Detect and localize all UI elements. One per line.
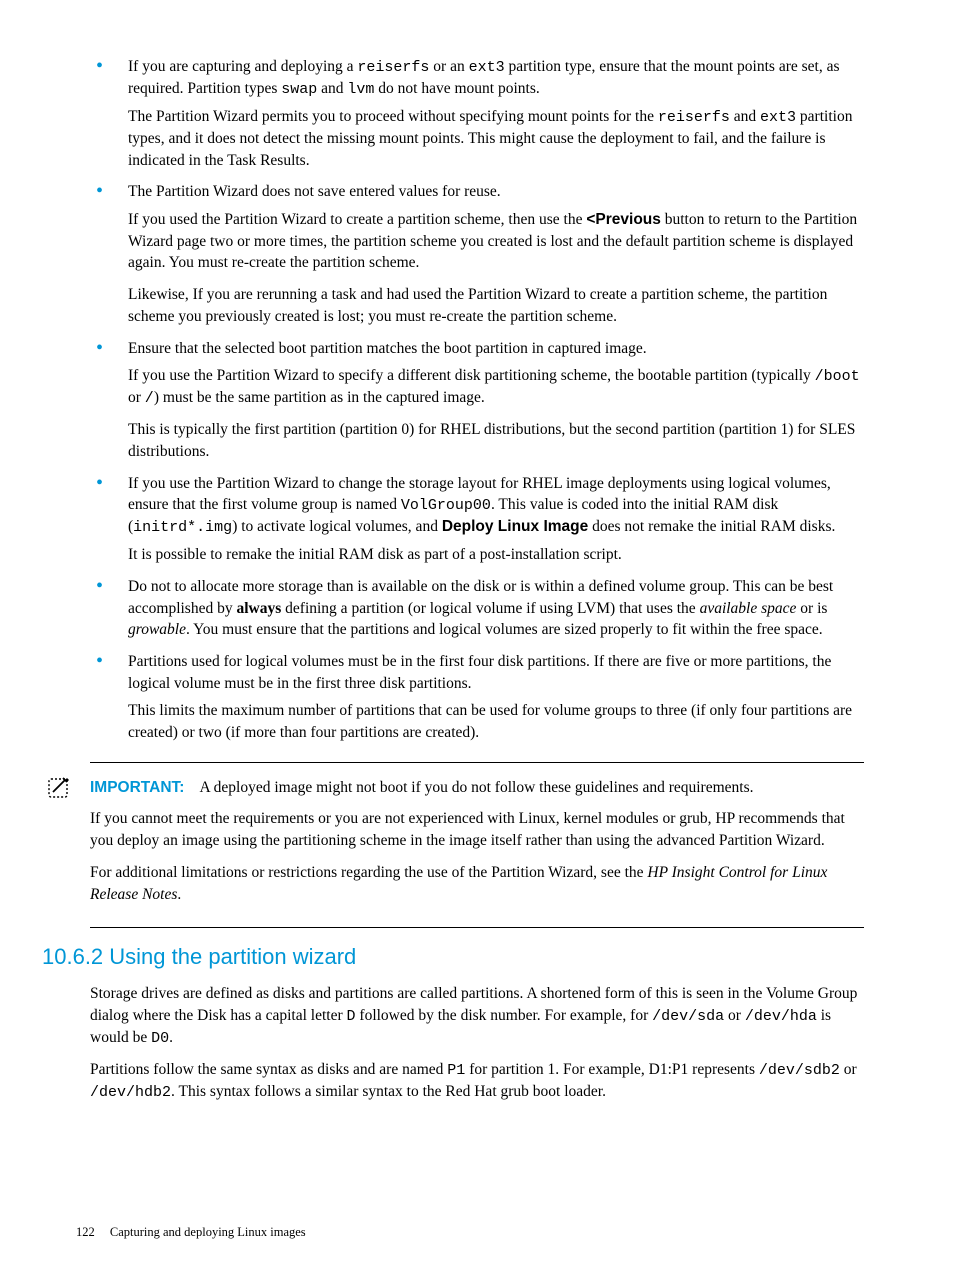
code: P1 (447, 1062, 465, 1079)
guidelines-list: If you are capturing and deploying a rei… (90, 56, 864, 744)
code: lvm (347, 81, 374, 98)
paragraph: The Partition Wizard permits you to proc… (128, 106, 864, 171)
text: . (177, 886, 181, 903)
text: Partitions used for logical volumes must… (128, 653, 831, 692)
bullet-item-3: Ensure that the selected boot partition … (90, 338, 864, 463)
text: If you are capturing and deploying a (128, 58, 357, 75)
text: . (169, 1029, 173, 1046)
important-paragraph-2: If you cannot meet the requirements or y… (90, 808, 864, 851)
text: or (840, 1061, 857, 1078)
code: D (347, 1008, 356, 1025)
important-paragraph-1: IMPORTANT: A deployed image might not bo… (90, 777, 864, 799)
code: VolGroup00 (401, 497, 491, 514)
code: / (145, 390, 154, 407)
text: defining a partition (or logical volume … (281, 600, 699, 617)
bullet-item-2: The Partition Wizard does not save enter… (90, 181, 864, 327)
bullet-item-5: Do not to allocate more storage than is … (90, 576, 864, 641)
section-heading: 10.6.2 Using the partition wizard (42, 942, 864, 973)
code: /dev/hdb2 (90, 1084, 171, 1101)
text: For additional limitations or restrictio… (90, 864, 647, 881)
important-label: IMPORTANT: (90, 779, 184, 796)
text: or (724, 1007, 745, 1024)
section-paragraph-1: Storage drives are defined as disks and … (90, 983, 864, 1049)
text: followed by the disk number. For example… (356, 1007, 653, 1024)
code: initrd*.img (133, 519, 232, 536)
text: ) to activate logical volumes, and (232, 518, 442, 535)
chapter-title: Capturing and deploying Linux images (110, 1225, 306, 1239)
code: /boot (815, 368, 860, 385)
text: ) must be the same partition as in the c… (154, 389, 485, 406)
text: . You must ensure that the partitions an… (186, 621, 823, 638)
emphasis: growable (128, 621, 186, 638)
text: Ensure that the selected boot partition … (128, 340, 647, 357)
text: A deployed image might not boot if you d… (199, 779, 753, 796)
paragraph: If you use the Partition Wizard to speci… (128, 365, 864, 409)
text: for partition 1. For example, D1:P1 repr… (465, 1061, 759, 1078)
text: If you used the Partition Wizard to crea… (128, 211, 586, 228)
text: or (128, 389, 145, 406)
code: D0 (151, 1030, 169, 1047)
note-icon (46, 773, 74, 808)
bullet-item-6: Partitions used for logical volumes must… (90, 651, 864, 744)
bullet-item-1: If you are capturing and deploying a rei… (90, 56, 864, 171)
paragraph: It is possible to remake the initial RAM… (128, 544, 864, 566)
emphasis: always (236, 600, 281, 617)
code: ext3 (469, 59, 505, 76)
page-content: If you are capturing and deploying a rei… (0, 0, 954, 1153)
ui-label: <Previous (586, 211, 661, 228)
paragraph: This limits the maximum number of partit… (128, 700, 864, 743)
text: and (317, 80, 347, 97)
text: do not have mount points. (374, 80, 539, 97)
text: or is (796, 600, 827, 617)
text: or an (429, 58, 468, 75)
emphasis: available space (700, 600, 797, 617)
text: . This syntax follows a similar syntax t… (171, 1083, 606, 1100)
code: /dev/hda (745, 1008, 817, 1025)
text: The Partition Wizard permits you to proc… (128, 108, 658, 125)
ui-label: Deploy Linux Image (442, 518, 588, 535)
paragraph: This is typically the first partition (p… (128, 419, 864, 462)
code: /dev/sda (652, 1008, 724, 1025)
paragraph: If you used the Partition Wizard to crea… (128, 209, 864, 274)
section-paragraph-2: Partitions follow the same syntax as dis… (90, 1059, 864, 1103)
page-number: 122 (76, 1225, 95, 1239)
code: reiserfs (357, 59, 429, 76)
bullet-item-4: If you use the Partition Wizard to chang… (90, 473, 864, 566)
text: and (730, 108, 760, 125)
text: If you use the Partition Wizard to speci… (128, 367, 815, 384)
page-footer: 122 Capturing and deploying Linux images (76, 1224, 306, 1242)
text: does not remake the initial RAM disks. (588, 518, 835, 535)
important-paragraph-3: For additional limitations or restrictio… (90, 862, 864, 905)
code: /dev/sdb2 (759, 1062, 840, 1079)
important-callout: IMPORTANT: A deployed image might not bo… (90, 762, 864, 928)
paragraph: Likewise, If you are rerunning a task an… (128, 284, 864, 327)
code: swap (281, 81, 317, 98)
code: reiserfs (658, 109, 730, 126)
text: Partitions follow the same syntax as dis… (90, 1061, 447, 1078)
code: ext3 (760, 109, 796, 126)
text: The Partition Wizard does not save enter… (128, 183, 501, 200)
